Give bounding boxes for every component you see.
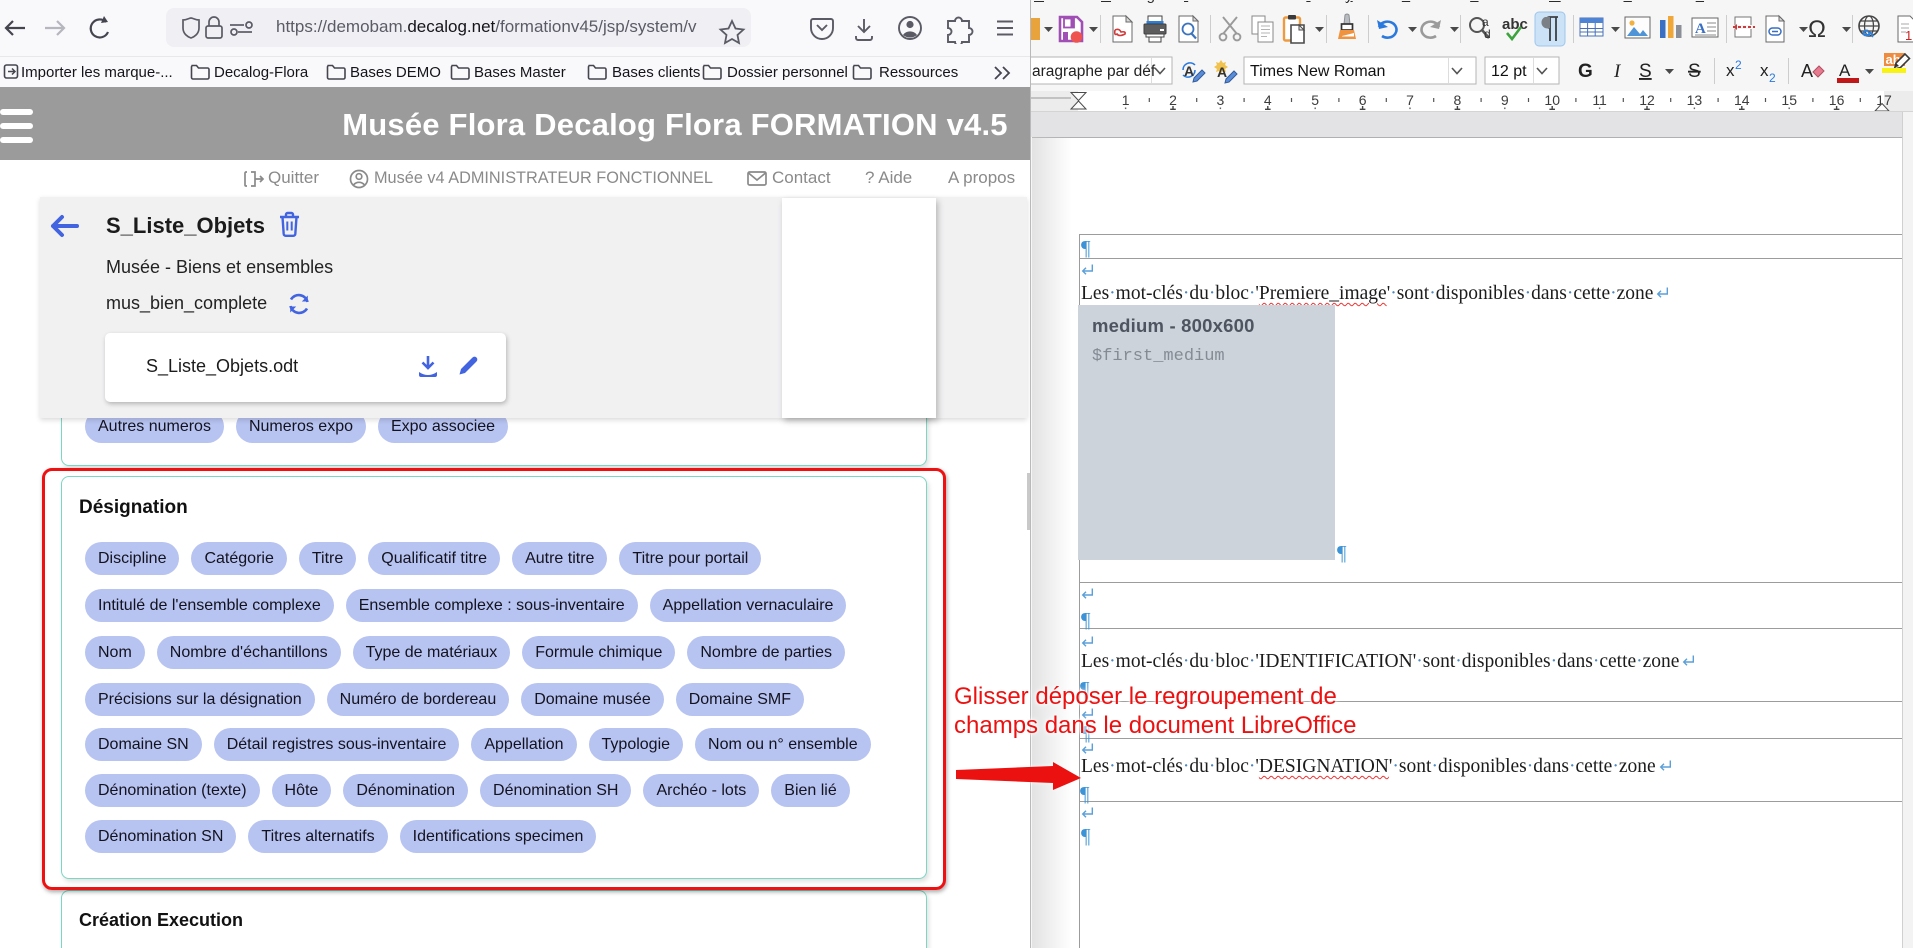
svg-text:2: 2 [1769,71,1776,85]
svg-text:6: 6 [1359,92,1367,108]
svg-text:1: 1 [1905,28,1912,43]
svg-text:S: S [1639,61,1652,82]
svg-text:10: 10 [1544,92,1560,108]
svg-text:S: S [1688,61,1701,82]
svg-text:d: d [1484,27,1491,41]
svg-text:14: 14 [1734,92,1750,108]
svg-text:8: 8 [1454,92,1462,108]
svg-text:A: A [1801,61,1813,81]
svg-text:7: 7 [1406,92,1414,108]
svg-text:1: 1 [1122,92,1130,108]
svg-text:abc: abc [1502,16,1528,33]
svg-text:2: 2 [1735,58,1742,72]
svg-text:I: I [1613,61,1622,82]
svg-text:3: 3 [1217,92,1225,108]
svg-text:A: A [1839,61,1851,80]
svg-text:Times New Roman: Times New Roman [1250,63,1385,80]
svg-text:13: 13 [1687,92,1703,108]
svg-text:9: 9 [1501,92,1509,108]
svg-text:12: 12 [1639,92,1655,108]
svg-text:12 pt: 12 pt [1491,63,1527,80]
svg-text:G: G [1578,61,1593,82]
svg-text:11: 11 [1592,92,1607,108]
svg-text:aragraphe par déf: aragraphe par déf [1032,63,1156,80]
svg-text:16: 16 [1829,92,1845,108]
svg-text:A: A [1184,63,1194,79]
svg-text:A: A [1217,64,1227,80]
svg-text:x: x [1726,61,1735,80]
svg-text:x: x [1760,61,1769,80]
svg-text:15: 15 [1781,92,1797,108]
svg-text:4: 4 [1264,92,1272,108]
svg-text:2: 2 [1169,92,1177,108]
svg-text:Ω: Ω [1808,16,1826,43]
svg-text:5: 5 [1311,92,1319,108]
